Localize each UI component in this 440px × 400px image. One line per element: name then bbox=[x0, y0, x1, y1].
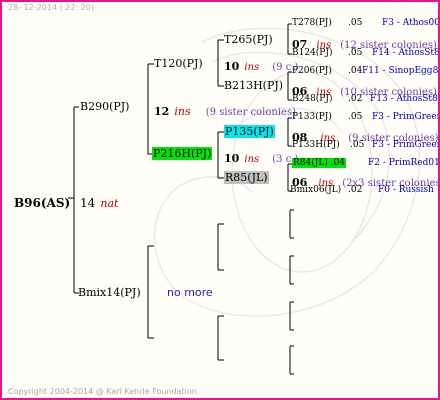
fm-tag: ins bbox=[244, 154, 260, 165]
fm-num: 10 bbox=[224, 152, 240, 165]
g4-row-12[interactable]: Bmix06(JL) .02 F0 - Russish bbox=[290, 185, 434, 195]
g4-name: P206(PJ) bbox=[292, 66, 332, 76]
father-sisters: (9 sister colonies) bbox=[205, 107, 296, 118]
fff-tag: ins bbox=[244, 62, 260, 73]
g4-row-1[interactable]: T278(PJ) .05 F3 - Athos00R bbox=[292, 18, 440, 28]
ff-name[interactable]: T120(PJ) bbox=[154, 57, 203, 70]
g4-ref: F2 - PrimRed01 bbox=[368, 158, 440, 168]
father-num: 12 bbox=[154, 105, 170, 118]
fmm-name-text: R85(JL) bbox=[224, 171, 269, 184]
no-more-note: no more bbox=[167, 286, 213, 299]
ffm-name[interactable]: B213H(PJ) bbox=[224, 79, 283, 92]
fff-name[interactable]: T265(PJ) bbox=[224, 33, 273, 46]
g4-name: B248(PJ) bbox=[292, 94, 333, 104]
g4-score: .05 bbox=[348, 112, 363, 122]
fmf-name-text: P135(PJ) bbox=[224, 125, 275, 138]
g4-ref: F14 - AthosSt80R bbox=[372, 48, 440, 58]
root-year: 14 nat bbox=[80, 192, 118, 211]
root-tag: nat bbox=[100, 197, 119, 210]
pedigree-chart: 28- 12-2014 ( 22: 20) B96(AS) 14 nat B29… bbox=[0, 0, 440, 400]
g4-row-6[interactable]: B248(PJ) .02 F13 - AthosSt80R bbox=[292, 94, 438, 104]
fmf-name[interactable]: P135(PJ) bbox=[224, 125, 275, 138]
g4-ref: F0 - Russish bbox=[378, 185, 434, 195]
g4-name: P133H(PJ) bbox=[292, 140, 340, 150]
fm-info: 10 ins (3 c.) bbox=[224, 147, 298, 166]
g4-name: T278(PJ) bbox=[292, 18, 332, 28]
g4-ref: F13 - AthosSt80R bbox=[370, 94, 438, 104]
g4-name: R84(JL) bbox=[293, 158, 328, 168]
g4-ref: F3 - PrimGreen00 bbox=[372, 140, 438, 150]
fm-name[interactable]: P216H(PJ) bbox=[152, 147, 213, 160]
g4-ref: F11 - SinopEgg86R bbox=[362, 66, 439, 76]
g4-score: .04 bbox=[330, 158, 346, 168]
root-num: 14 bbox=[80, 196, 96, 210]
g4-score: .04 bbox=[348, 66, 363, 76]
g4-score: .05 bbox=[350, 140, 365, 150]
g4-row-3[interactable]: B124(PJ) .05 F14 - AthosSt80R bbox=[292, 48, 440, 58]
mother-name[interactable]: Bmix14(PJ) bbox=[78, 286, 141, 299]
root-queen[interactable]: B96(AS) bbox=[14, 192, 70, 211]
g4-score: .05 bbox=[348, 48, 363, 58]
g4-row-10[interactable]: R84(JL) .04 F2 - PrimRed01 bbox=[292, 158, 440, 168]
g4-score: .02 bbox=[348, 185, 363, 195]
g4-name: B124(PJ) bbox=[292, 48, 333, 58]
father-name[interactable]: B290(PJ) bbox=[80, 100, 129, 113]
print-date: 28- 12-2014 ( 22: 20) bbox=[8, 3, 94, 12]
g4-ref: F3 - PrimGreen00 bbox=[372, 112, 438, 122]
fm-name-text: P216H(PJ) bbox=[152, 147, 213, 160]
root-name: B96(AS) bbox=[14, 196, 71, 210]
g4-score: .02 bbox=[348, 94, 363, 104]
fff-info: 10 ins (9 c.) bbox=[224, 55, 298, 74]
g4-name-highlight: R84(JL) .04 bbox=[292, 158, 346, 168]
g4-row-9[interactable]: P133H(PJ) .05 F3 - PrimGreen00 bbox=[292, 140, 438, 150]
fmm-name[interactable]: R85(JL) bbox=[224, 171, 269, 184]
g4-ref: F3 - Athos00R bbox=[382, 18, 440, 28]
father-tag: ins bbox=[174, 105, 191, 118]
copyright: Copyright 2004-2014 @ Karl Kehrle Founda… bbox=[8, 387, 200, 396]
g4-score: .05 bbox=[348, 18, 363, 28]
g4-row-7[interactable]: P133(PJ) .05 F3 - PrimGreen00 bbox=[292, 112, 438, 122]
father-info: 12 ins (9 sister colonies) bbox=[154, 100, 296, 119]
g4-name: P133(PJ) bbox=[292, 112, 332, 122]
g4-row-4[interactable]: P206(PJ) .04F11 - SinopEgg86R bbox=[292, 66, 439, 76]
g4-name: Bmix06(JL) bbox=[290, 185, 342, 195]
fff-num: 10 bbox=[224, 60, 240, 73]
